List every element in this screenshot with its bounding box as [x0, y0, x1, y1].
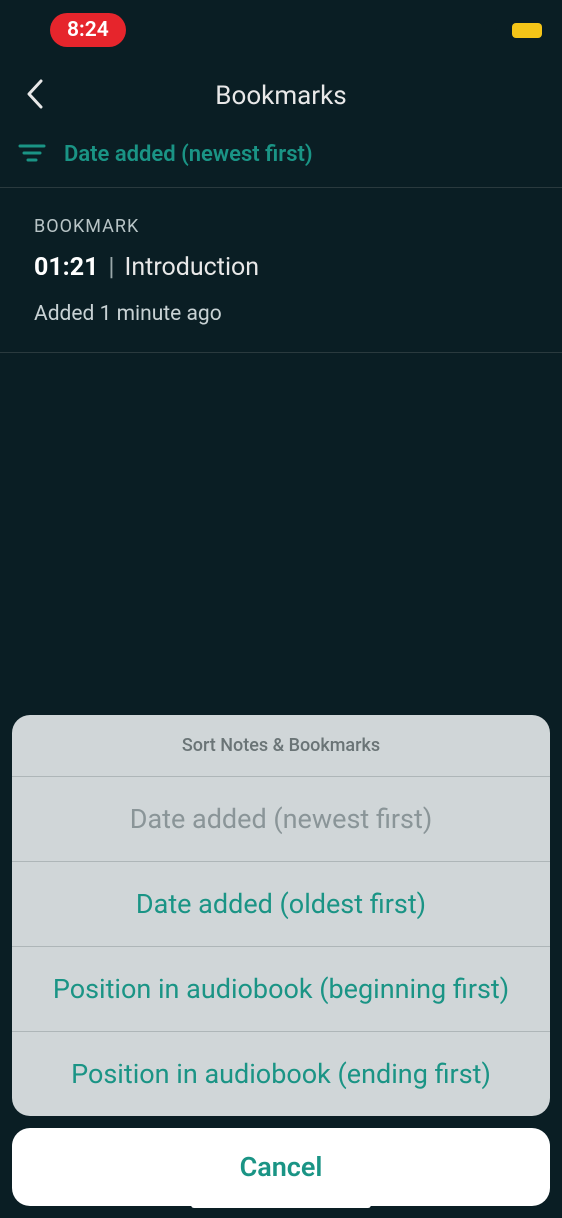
filter-icon: [18, 143, 46, 167]
sort-option-beginning[interactable]: Position in audiobook (beginning first): [12, 947, 550, 1032]
page-title: Bookmarks: [20, 81, 542, 111]
action-sheet-group: Sort Notes & Bookmarks Date added (newes…: [12, 715, 550, 1116]
sort-label: Date added (newest first): [64, 142, 313, 167]
status-icons: [480, 20, 542, 40]
bookmark-age: Added 1 minute ago: [34, 302, 528, 326]
wifi-icon: [480, 20, 502, 40]
bookmark-timestamp: 01:21: [34, 253, 98, 282]
back-button[interactable]: [26, 79, 44, 113]
bookmark-separator: |: [108, 253, 114, 282]
home-indicator[interactable]: [191, 1202, 371, 1208]
sort-control[interactable]: Date added (newest first): [0, 132, 562, 188]
recording-time-pill[interactable]: 8:24: [50, 13, 126, 47]
bookmark-tag: BOOKMARK: [34, 216, 528, 237]
bookmark-main: 01:21 | Introduction: [34, 253, 528, 282]
bookmark-chapter: Introduction: [125, 253, 260, 282]
bookmark-item[interactable]: BOOKMARK 01:21 | Introduction Added 1 mi…: [0, 188, 562, 353]
nav-header: Bookmarks: [0, 60, 562, 132]
cancel-button[interactable]: Cancel: [12, 1128, 550, 1206]
sort-option-oldest[interactable]: Date added (oldest first): [12, 862, 550, 947]
action-sheet-title: Sort Notes & Bookmarks: [12, 715, 550, 777]
sort-option-ending[interactable]: Position in audiobook (ending first): [12, 1032, 550, 1116]
action-sheet: Sort Notes & Bookmarks Date added (newes…: [0, 715, 562, 1218]
status-bar: 8:24: [0, 0, 562, 60]
battery-icon: [512, 23, 542, 38]
sort-option-newest[interactable]: Date added (newest first): [12, 777, 550, 862]
chevron-left-icon: [26, 79, 44, 109]
